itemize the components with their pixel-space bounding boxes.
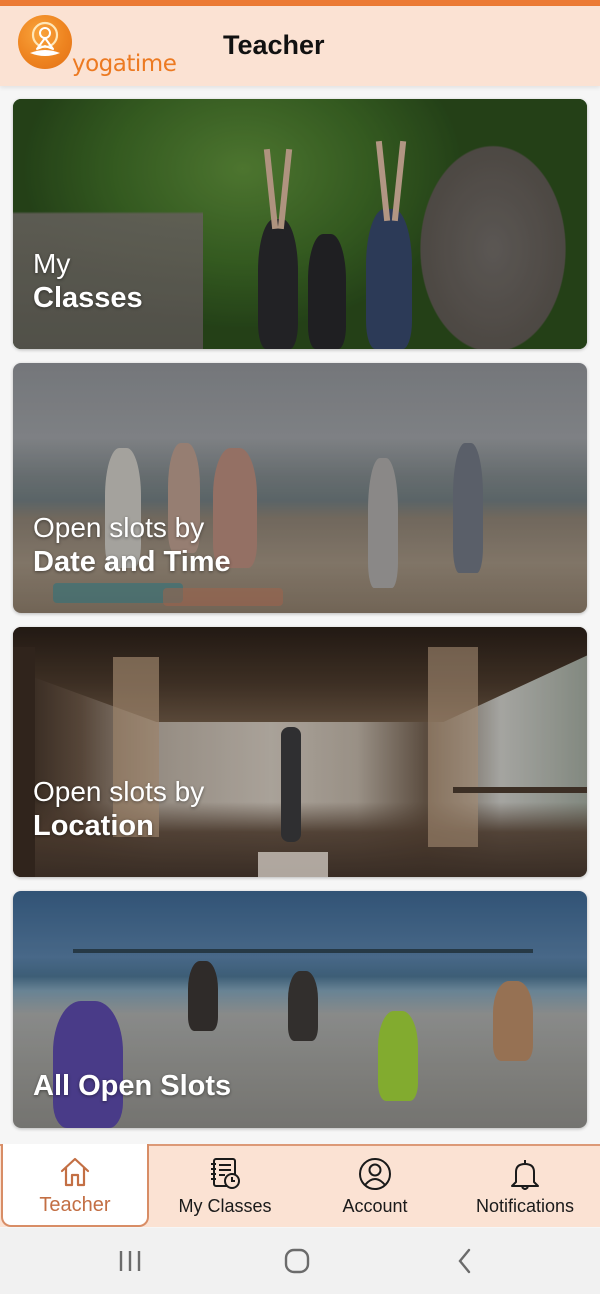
card-label: My Classes: [33, 247, 143, 315]
card-label: Open slots by Date and Time: [33, 511, 231, 579]
card-label-line2: Classes: [33, 281, 143, 314]
tab-label: Teacher: [39, 1194, 111, 1216]
home-icon: [60, 1157, 90, 1187]
card-label-line2: Date and Time: [33, 545, 231, 578]
card-label-line1: Open slots by: [33, 776, 205, 807]
tab-label: My Classes: [178, 1196, 272, 1216]
system-navigation-bar: [0, 1228, 600, 1294]
all-open-slots-card[interactable]: All Open Slots: [13, 891, 587, 1128]
my-classes-card[interactable]: My Classes: [13, 99, 587, 349]
card-label-line1: My: [33, 248, 71, 279]
recent-apps-icon[interactable]: [115, 1246, 145, 1276]
tab-teacher[interactable]: Teacher: [1, 1144, 149, 1227]
schedule-notebook-icon: [211, 1158, 240, 1189]
brand-name: yogatime: [72, 51, 177, 77]
user-circle-icon: [359, 1158, 391, 1190]
meditation-logo-icon: [18, 15, 72, 69]
tab-my-classes[interactable]: My Classes: [150, 1146, 300, 1227]
card-label: All Open Slots: [33, 1069, 231, 1104]
app-screen: yogatime Teacher My Classes Open slots b…: [0, 0, 600, 1300]
bottom-navigation: Teacher My Classes Account Notifications: [0, 1144, 600, 1227]
tab-account[interactable]: Account: [300, 1146, 450, 1227]
home-button-icon[interactable]: [282, 1246, 312, 1276]
card-label: Open slots by Location: [33, 775, 204, 843]
open-slots-by-date-time-card[interactable]: Open slots by Date and Time: [13, 363, 587, 613]
page-title: Teacher: [223, 30, 325, 60]
yogatime-logo[interactable]: yogatime: [18, 15, 178, 79]
tab-label: Account: [342, 1196, 408, 1216]
open-slots-by-location-card[interactable]: Open slots by Location: [13, 627, 587, 877]
card-label-line2: All Open Slots: [33, 1070, 232, 1102]
tab-notifications[interactable]: Notifications: [450, 1146, 600, 1227]
card-label-line2: Location: [33, 809, 154, 842]
card-label-line1: Open slots by: [33, 512, 205, 543]
tab-label: Notifications: [475, 1196, 575, 1216]
app-header: yogatime Teacher: [0, 6, 600, 86]
back-icon[interactable]: [450, 1246, 480, 1276]
bell-icon: [511, 1160, 539, 1190]
